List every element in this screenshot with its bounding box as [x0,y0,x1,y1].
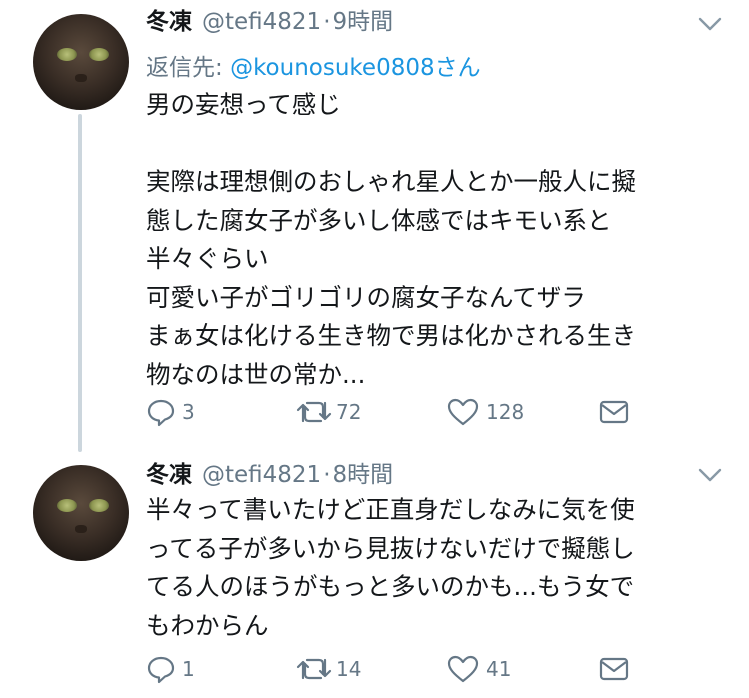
avatar-nose [75,74,87,82]
envelope-icon [599,657,629,681]
chevron-down-icon[interactable] [697,16,723,32]
tweet-header: 冬凍 @tefi4821 · 9時間 [146,2,393,38]
reply-icon [147,656,175,684]
chevron-down-icon[interactable] [697,467,723,483]
tweet-text: 半々って書いたけど正直身だしなみに気を使 ってる子が多いから見抜けないだけで擬態… [146,495,635,640]
separator: · [323,462,331,488]
tweet-actions: 1 14 41 [146,654,706,684]
avatar-nose [75,525,87,533]
reply-count: 1 [182,657,195,681]
direct-message-button[interactable] [598,654,630,684]
thread-line [78,114,82,452]
tweet-actions: 3 72 128 [146,397,706,427]
tweet-1[interactable]: 冬凍 @tefi4821 · 9時間 返信先: @kounosuke0808さん… [0,0,749,455]
display-name[interactable]: 冬凍 [146,2,192,36]
tweet-header: 冬凍 @tefi4821 · 8時間 [146,455,393,491]
like-button[interactable]: 128 [446,397,524,427]
retweet-count: 72 [336,400,362,424]
like-button[interactable]: 41 [446,654,511,684]
display-name[interactable]: 冬凍 [146,455,192,489]
retweet-count: 14 [336,657,362,681]
reply-prefix: 返信先: [146,55,231,81]
retweet-icon [296,658,332,680]
avatar-eye-right [89,48,109,61]
tweet-2[interactable]: 冬凍 @tefi4821 · 8時間 半々って書いたけど正直身だしなみに気を使 … [0,455,749,698]
reply-mention-link[interactable]: @kounosuke0808 [230,55,435,81]
avatar[interactable] [33,465,129,561]
reply-suffix: さん [434,55,481,81]
direct-message-button[interactable] [598,397,630,427]
retweet-icon [296,401,332,423]
avatar-eye-left [57,499,77,512]
heart-icon [447,398,479,426]
reply-count: 3 [182,400,195,424]
like-count: 41 [486,657,512,681]
reply-icon [147,399,175,427]
user-handle[interactable]: @tefi4821 [202,462,321,488]
heart-icon [447,655,479,683]
tweet-text: 男の妄想って感じ 実際は理想側のおしゃれ星人とか一般人に擬 態した腐女子が多いし… [146,90,636,389]
retweet-button[interactable]: 14 [294,654,361,684]
reply-button[interactable]: 1 [146,654,195,684]
separator: · [323,9,331,35]
reply-button[interactable]: 3 [146,397,195,427]
timestamp[interactable]: 8時間 [333,455,394,489]
avatar-eye-left [57,48,77,61]
retweet-button[interactable]: 72 [294,397,361,427]
envelope-icon [599,400,629,424]
timestamp[interactable]: 9時間 [333,2,394,36]
avatar-eye-right [89,499,109,512]
reply-to-line: 返信先: @kounosuke0808さん [146,48,481,82]
avatar[interactable] [33,14,129,110]
user-handle[interactable]: @tefi4821 [202,9,321,35]
like-count: 128 [486,400,525,424]
